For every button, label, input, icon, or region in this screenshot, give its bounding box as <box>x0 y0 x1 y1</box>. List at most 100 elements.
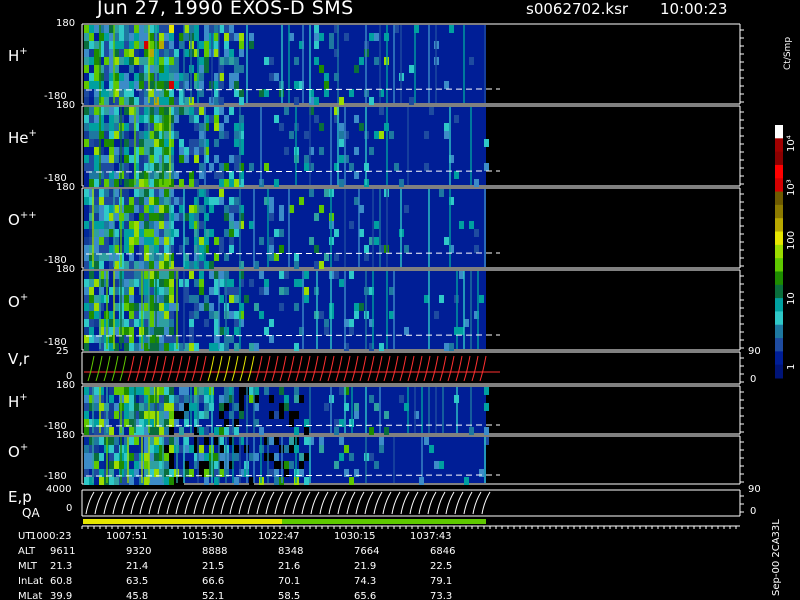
table-cell: 21.5 <box>202 561 225 572</box>
spectrogram-cell <box>99 205 104 213</box>
spectrogram-cell <box>199 461 204 469</box>
spectrogram-cell <box>189 179 194 187</box>
spectrogram-cell <box>114 163 119 171</box>
spectrogram-cell <box>354 171 359 179</box>
spectrogram-cell <box>109 179 114 187</box>
spectrogram-cell <box>104 33 109 41</box>
spectrogram-cell <box>154 115 159 123</box>
spectrogram-stripe <box>183 189 185 267</box>
spectrogram-cell <box>219 237 224 245</box>
spectrogram-cell <box>224 229 229 237</box>
spectrogram-cell <box>129 25 134 33</box>
spectrogram-cell <box>234 163 239 171</box>
spectrogram-cell <box>194 123 199 131</box>
spectrogram-cell <box>129 49 134 57</box>
spectrogram-cell <box>119 65 124 73</box>
spectrogram-cell <box>139 237 144 245</box>
spectrogram-cell <box>234 403 239 411</box>
spectrogram-cell <box>484 163 489 171</box>
spectrogram-cell <box>124 229 129 237</box>
spectrogram-cell <box>314 33 319 41</box>
spectrogram-cell <box>379 107 384 115</box>
spectrogram-cell <box>344 445 349 453</box>
spectrogram-cell <box>94 279 99 287</box>
spectrogram-stripe <box>344 189 346 267</box>
table-cell: 52.1 <box>202 591 225 600</box>
spectrogram-cell <box>359 303 364 311</box>
spectrogram-cell <box>269 411 274 419</box>
spectrogram-cell <box>204 295 209 303</box>
spectrogram-cell <box>89 287 94 295</box>
spectrogram-cell <box>169 49 174 57</box>
spectrogram-cell <box>444 131 449 139</box>
spectrogram-stripe <box>337 107 339 185</box>
spectrogram-cell <box>129 437 134 445</box>
spectrogram-cell <box>164 477 169 485</box>
spectrogram-cell <box>289 437 294 445</box>
spectrogram-cell <box>114 123 119 131</box>
spectrogram-cell <box>129 123 134 131</box>
y-tick-top: 180 <box>56 18 76 29</box>
spectrogram-stripe <box>414 387 416 433</box>
spectrogram-cell <box>224 33 229 41</box>
spectrogram-cell <box>159 213 164 221</box>
spectrogram-cell <box>484 427 489 435</box>
spectrogram-cell <box>174 229 179 237</box>
spectrogram-cell <box>164 271 169 279</box>
spectrogram-cell <box>104 107 109 115</box>
spectrogram-stripe <box>260 437 262 483</box>
spectrogram-cell <box>129 221 134 229</box>
spectrogram-stripe <box>295 437 297 483</box>
spectrogram-cell <box>209 197 214 205</box>
spectrogram-cell <box>199 445 204 453</box>
spectrogram-cell <box>164 139 169 147</box>
spectrogram-cell <box>229 311 234 319</box>
spectrogram-cell <box>164 453 169 461</box>
spectrogram-cell <box>109 115 114 123</box>
spectrogram-cell <box>369 427 374 435</box>
spectrogram-cell <box>199 81 204 89</box>
spectrogram-cell <box>234 155 239 163</box>
spectrogram-cell <box>169 41 174 49</box>
spectrogram-cell <box>459 221 464 229</box>
spectrogram-cell <box>304 453 309 461</box>
spectrogram-stripe <box>365 107 367 185</box>
spectrogram-cell <box>114 387 119 395</box>
spectrogram-cell <box>124 319 129 327</box>
spectrogram-stripe <box>183 437 185 483</box>
spectrogram-cell <box>284 461 289 469</box>
spectrogram-cell <box>309 237 314 245</box>
spectrogram-cell <box>189 115 194 123</box>
spectrogram-cell <box>304 427 309 435</box>
spectrogram-cell <box>139 189 144 197</box>
spectrogram-cell <box>314 213 319 221</box>
spectrogram-cell <box>289 131 294 139</box>
spectrogram-stripe <box>302 271 304 349</box>
spectrogram-cell <box>274 437 279 445</box>
spectrogram-cell <box>164 461 169 469</box>
spectrogram-cell <box>204 395 209 403</box>
spectrogram-cell <box>164 427 169 435</box>
spectrogram-cell <box>154 205 159 213</box>
panel-label-superscript: + <box>19 292 29 303</box>
spectrogram-cell <box>99 189 104 197</box>
spectrogram-cell <box>109 427 114 435</box>
spectrogram-cell <box>84 179 89 187</box>
spectrogram-cell <box>149 189 154 197</box>
spectrogram-cell <box>484 403 489 411</box>
spectrogram-cell <box>229 107 234 115</box>
spectrogram-cell <box>124 33 129 41</box>
spectrogram-cell <box>169 73 174 81</box>
spectrogram-cell <box>139 33 144 41</box>
spectrogram-stripe <box>113 271 115 349</box>
spectrogram-cell <box>94 319 99 327</box>
spectrogram-cell <box>339 97 344 105</box>
table-cell: 8888 <box>202 546 228 557</box>
spectrogram-cell <box>149 205 154 213</box>
spectrogram-cell <box>299 453 304 461</box>
spectrogram-cell <box>294 411 299 419</box>
spectrogram-cell <box>269 57 274 65</box>
spectrogram-cell <box>124 237 129 245</box>
table-row-label: MLT <box>18 561 37 572</box>
file-id: s0062702.ksr <box>526 0 629 18</box>
